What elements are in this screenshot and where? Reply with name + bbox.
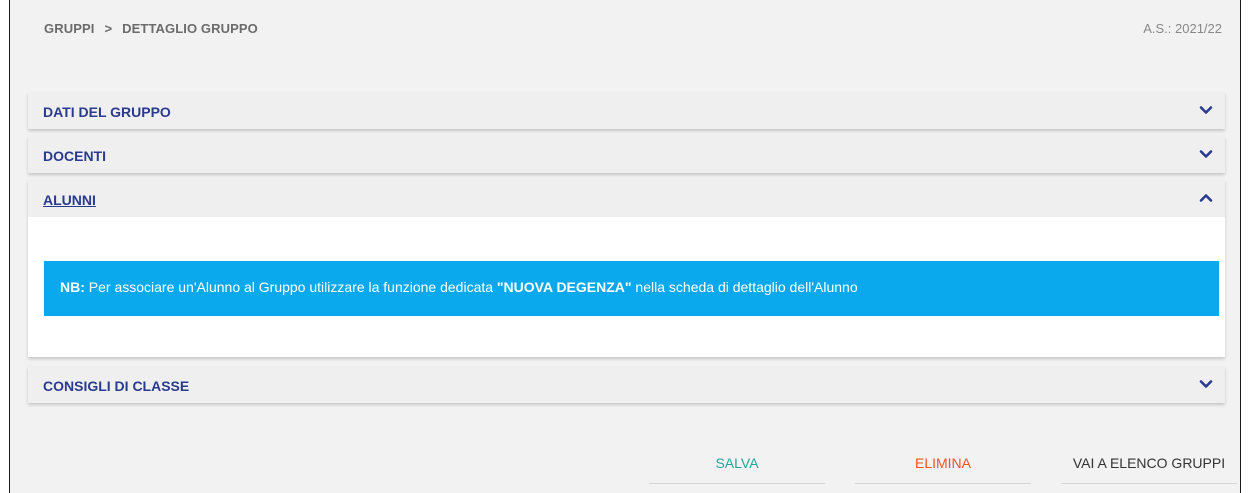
chevron-down-icon[interactable] [1199,377,1213,391]
panel-alunni: ALUNNI NB: Per associare un'Alunno al Gr… [28,180,1225,357]
chevron-down-icon[interactable] [1199,147,1213,161]
breadcrumb-gruppi-link[interactable]: GRUPPI [44,21,94,36]
top-bar: GRUPPI > DETTAGLIO GRUPPO A.S.: 2021/22 [10,0,1240,60]
panel-title: DOCENTI [43,148,106,164]
panel-docenti-header[interactable]: DOCENTI [28,136,1225,173]
go-to-groups-list-button[interactable]: VAI A ELENCO GRUPPI [1061,443,1237,484]
panel-consigli-di-classe: CONSIGLI DI CLASSE [28,366,1225,403]
delete-button[interactable]: ELIMINA [855,443,1031,484]
page-frame: GRUPPI > DETTAGLIO GRUPPO A.S.: 2021/22 DA… [9,0,1241,493]
panel-title: ALUNNI [43,192,96,208]
panel-docenti: DOCENTI [28,136,1225,173]
save-button[interactable]: SALVA [649,443,825,484]
panel-alunni-header[interactable]: ALUNNI [28,180,1225,217]
panel-dati-del-gruppo-header[interactable]: DATI DEL GRUPPO [28,92,1225,129]
panel-consigli-di-classe-header[interactable]: CONSIGLI DI CLASSE [28,366,1225,403]
panel-title: DATI DEL GRUPPO [43,104,171,120]
info-note: NB: Per associare un'Alunno al Gruppo ut… [44,261,1219,316]
chevron-up-icon[interactable] [1199,191,1213,205]
note-text-after: nella scheda di dettaglio dell'Alunno [631,279,858,295]
breadcrumb-separator: > [104,21,113,36]
breadcrumb: GRUPPI > DETTAGLIO GRUPPO [44,21,258,36]
chevron-down-icon[interactable] [1199,103,1213,117]
note-highlight: "NUOVA DEGENZA" [496,279,632,295]
panel-dati-del-gruppo: DATI DEL GRUPPO [28,92,1225,129]
panel-alunni-body: NB: Per associare un'Alunno al Gruppo ut… [28,217,1225,357]
note-prefix: NB: [60,279,85,295]
note-text-before: Per associare un'Alunno al Gruppo utiliz… [84,279,497,295]
panel-title: CONSIGLI DI CLASSE [43,378,190,394]
school-year-label: A.S.: 2021/22 [1143,21,1222,36]
breadcrumb-current: DETTAGLIO GRUPPO [122,21,258,36]
